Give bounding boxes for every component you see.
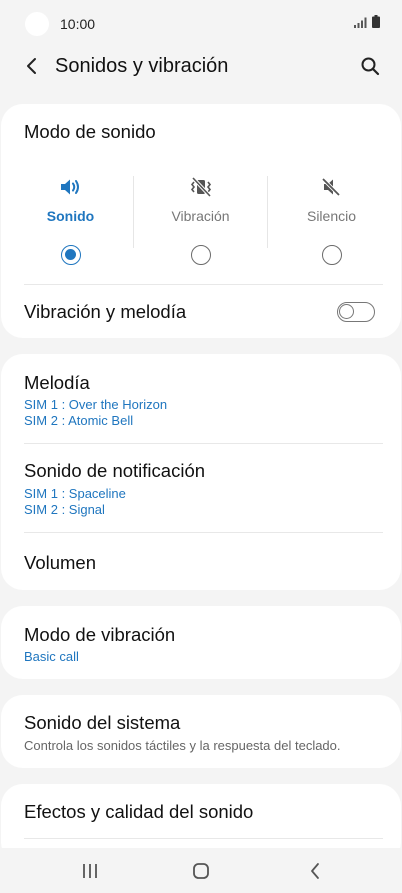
back-arrow-icon <box>27 58 36 74</box>
recent-apps-icon <box>83 864 97 878</box>
sound-effects-row[interactable]: Efectos y calidad del sonido <box>1 784 401 838</box>
vibration-melody-label: Vibración y melodía <box>24 301 187 322</box>
vibrate-icon <box>189 176 213 198</box>
ringtone-sim1: SIM 1 : Over the Horizon <box>24 397 168 412</box>
sound-effects-title: Efectos y calidad del sonido <box>24 801 254 822</box>
back-nav-icon <box>311 863 319 879</box>
sound-mode-title: Modo de sonido <box>24 121 156 142</box>
battery-icon <box>372 15 380 33</box>
vibration-melody-toggle[interactable] <box>337 302 375 322</box>
ringtone-card: Melodía SIM 1 : Over the Horizon SIM 2 :… <box>1 354 401 590</box>
toggle-knob <box>339 304 354 319</box>
radio-sound[interactable] <box>60 245 81 265</box>
back-button[interactable] <box>18 52 46 80</box>
vibration-melody-row[interactable]: Vibración y melodía <box>1 285 401 338</box>
volume-icon <box>59 176 83 198</box>
search-button[interactable] <box>356 52 384 80</box>
radio-vibrate[interactable] <box>190 245 211 265</box>
notification-sound-row[interactable]: Sonido de notificación SIM 1 : Spaceline… <box>1 444 401 532</box>
status-bar: 10:00 <box>0 0 402 46</box>
divider <box>24 838 383 839</box>
status-time: 10:00 <box>60 16 96 32</box>
volume-row[interactable]: Volumen <box>1 533 401 590</box>
notification-sound-title: Sonido de notificación <box>24 460 206 481</box>
notification-sim1: SIM 1 : Spaceline <box>24 486 126 501</box>
back-nav-button[interactable] <box>295 858 335 884</box>
search-icon <box>361 57 380 76</box>
mute-icon <box>320 176 344 198</box>
mode-option-mute[interactable]: Silencio <box>265 168 398 278</box>
mode-label-vibrate: Vibración <box>171 208 230 224</box>
home-button[interactable] <box>181 858 221 884</box>
ringtone-title: Melodía <box>24 372 90 393</box>
app-header: Sonidos y vibración <box>0 46 402 88</box>
recent-apps-button[interactable] <box>70 858 110 884</box>
system-sound-description: Controla los sonidos táctiles y la respu… <box>24 738 341 753</box>
home-icon <box>193 863 209 879</box>
camera-cutout <box>25 12 49 36</box>
vibration-mode-value: Basic call <box>24 649 79 664</box>
ringtone-sim2: SIM 2 : Atomic Bell <box>24 413 134 428</box>
radio-mute[interactable] <box>321 245 342 265</box>
mode-label-sound: Sonido <box>46 208 95 224</box>
notification-sim2: SIM 2 : Signal <box>24 502 105 517</box>
ringtone-row[interactable]: Melodía SIM 1 : Over the Horizon SIM 2 :… <box>1 354 401 443</box>
system-sound-title: Sonido del sistema <box>24 712 181 733</box>
signal-icon <box>354 15 368 33</box>
status-icons <box>354 15 380 33</box>
mode-option-sound[interactable]: Sonido <box>4 168 137 278</box>
system-sound-card[interactable]: Sonido del sistema Controla los sonidos … <box>1 695 401 768</box>
sound-mode-card: Modo de sonido Sonido Vibración Silencio… <box>1 104 401 338</box>
page-title: Sonidos y vibración <box>55 55 229 77</box>
navigation-bar <box>0 848 402 893</box>
mode-label-mute: Silencio <box>306 208 357 224</box>
vibration-mode-card[interactable]: Modo de vibración Basic call <box>1 606 401 679</box>
vibration-mode-title: Modo de vibración <box>24 624 176 645</box>
volume-title: Volumen <box>24 552 96 573</box>
mode-option-vibrate[interactable]: Vibración <box>134 168 267 278</box>
